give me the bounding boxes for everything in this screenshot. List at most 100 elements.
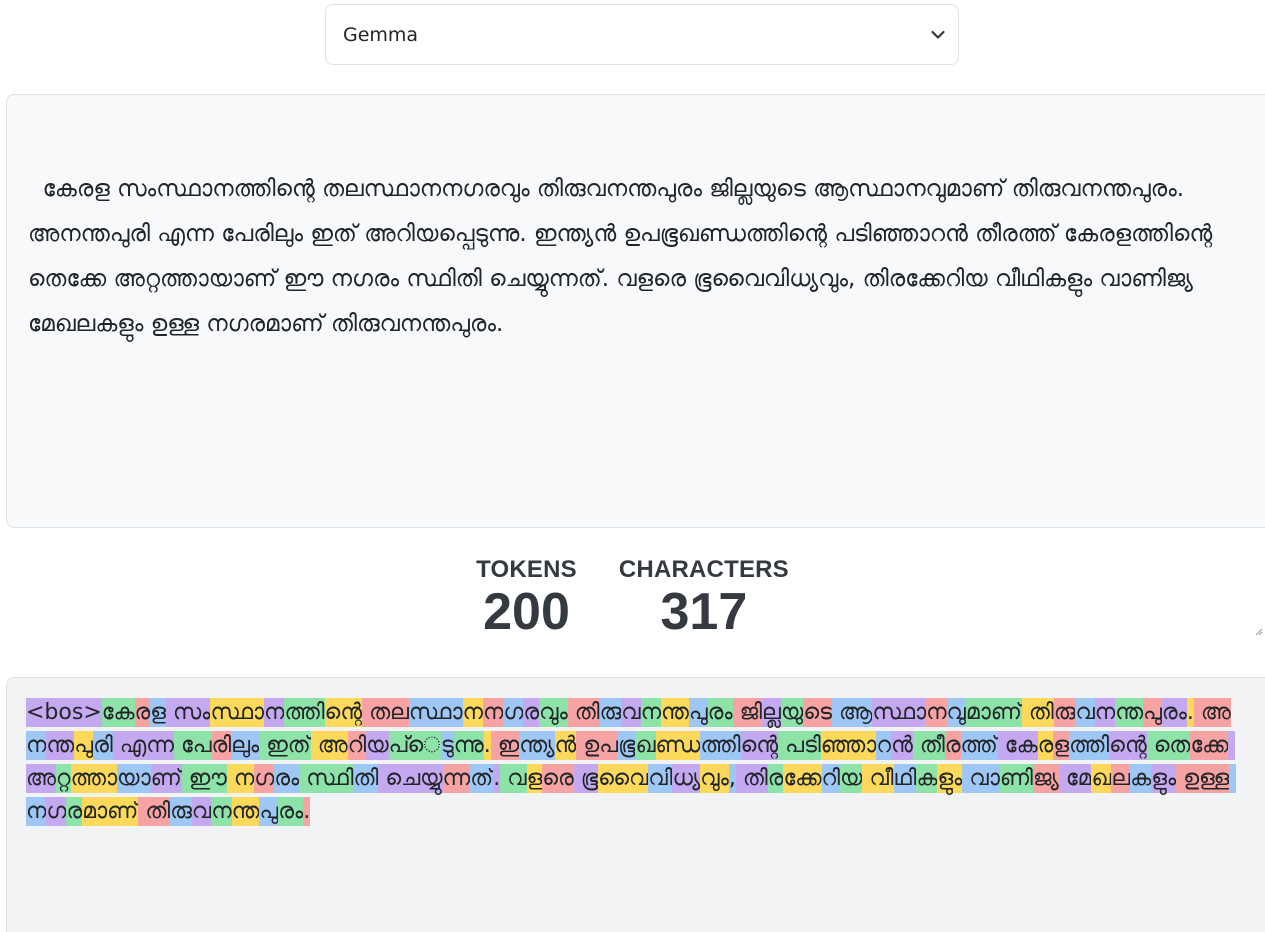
token: ത	[912, 731, 945, 760]
token: ര	[1161, 698, 1187, 727]
token: ണ്	[655, 731, 701, 760]
token: ത്തി	[284, 698, 325, 727]
token: റ്റ	[55, 764, 71, 793]
token: ക്ക	[783, 764, 822, 793]
token: ജ	[1032, 764, 1059, 793]
token: ന	[462, 698, 483, 727]
token: ന്	[660, 698, 689, 727]
token: ത്	[470, 764, 494, 793]
token: ഗ	[503, 698, 524, 727]
token: പ	[259, 797, 279, 826]
token: ഗ	[46, 797, 67, 826]
token: ര	[1037, 731, 1054, 760]
model-select[interactable]: Gemma	[325, 4, 959, 65]
token: ന്	[1115, 698, 1144, 727]
token: റ	[821, 764, 840, 793]
token: പ	[173, 731, 212, 760]
tokens-count: 200	[483, 583, 570, 641]
token: രു	[599, 698, 622, 727]
token: ര	[278, 797, 304, 826]
token: വ	[862, 764, 894, 793]
token: ല	[1111, 764, 1131, 793]
token: ന	[26, 731, 47, 760]
input-textarea[interactable]: കേരള സംസ്ഥാനത്തിന്റെ തലസ്ഥാനനഗരവും തിരുവ…	[6, 94, 1265, 636]
token: ന്	[231, 797, 260, 826]
token: യ	[366, 731, 389, 760]
input-text: കേരള സംസ്ഥാനത്തിന്റെ തലസ്ഥാനനഗരവും തിരുവ…	[28, 176, 1220, 337]
token: ഭ	[573, 764, 599, 793]
token: ള	[937, 764, 963, 793]
token: വ	[1075, 698, 1095, 727]
token: സ്	[299, 764, 354, 793]
token: ന	[926, 698, 947, 727]
token-list: <bos>കേരള സംസ്ഥാനത്തിന്റെ തലസ്ഥാനനഗരവും …	[26, 696, 1247, 828]
token: ആ	[832, 698, 873, 727]
token: തല	[362, 698, 409, 727]
token: ഥ	[893, 764, 917, 793]
token: ക	[997, 731, 1038, 760]
token: സ	[166, 698, 211, 727]
token: ന്	[46, 731, 75, 760]
token: പ	[74, 731, 94, 760]
token: ജ	[732, 698, 763, 727]
token: ,	[728, 764, 736, 793]
token: തി	[1021, 698, 1054, 727]
characters-label: CHARACTERS	[618, 556, 789, 583]
token: ഈ	[181, 764, 227, 793]
token: .	[483, 731, 491, 760]
token: പടി	[778, 731, 821, 760]
token: ള	[1151, 764, 1177, 793]
token: യ	[780, 698, 804, 727]
resize-handle-icon[interactable]	[1255, 517, 1263, 636]
token: എന്ന	[112, 731, 174, 760]
token: വ	[621, 698, 641, 727]
token: തി	[353, 764, 379, 793]
token: ക്ക	[1190, 731, 1229, 760]
token: ല്ല	[762, 698, 781, 727]
token: യ	[117, 764, 151, 793]
token: ര	[542, 764, 574, 793]
token: മ	[1058, 764, 1092, 793]
token: .	[303, 797, 311, 826]
token: ള	[150, 698, 167, 727]
token: ക	[101, 698, 135, 727]
token: പ	[1143, 698, 1162, 727]
token: ന്റെ	[740, 731, 779, 760]
token: രി	[211, 731, 232, 760]
token: ത്ത	[70, 764, 118, 793]
token: ന	[640, 698, 661, 727]
token: ന	[226, 764, 255, 793]
stats-panel: TOKENS 200 CHARACTERS 317	[0, 556, 1265, 640]
token: സ്	[872, 698, 927, 727]
token: ണ	[999, 764, 1033, 793]
token: തി	[138, 797, 171, 826]
chevron-down-icon	[918, 25, 958, 45]
token: വ	[191, 797, 212, 826]
token: ൻ	[890, 731, 913, 760]
token: സ്	[408, 698, 463, 727]
token: ന്റെ	[1109, 731, 1147, 760]
token: ര	[767, 764, 784, 793]
token: ര	[707, 698, 733, 727]
token: ന്നു	[453, 731, 484, 760]
token: ത്തി	[1069, 731, 1110, 760]
token: ത്തി	[700, 731, 741, 760]
token: ക	[1130, 764, 1152, 793]
token: ഉള്ള	[1176, 764, 1230, 793]
token: മാണ്	[965, 698, 1022, 727]
token: ടെ	[803, 698, 832, 727]
characters-count: 317	[660, 583, 748, 641]
token: ത്ത്	[960, 731, 998, 760]
token: ന്റെ	[324, 698, 363, 727]
tokens-stat: TOKENS 200	[476, 556, 577, 640]
token: ന്ന	[442, 764, 471, 793]
token: റ	[876, 731, 891, 760]
token: മാണ്	[82, 797, 139, 826]
token: പ	[388, 731, 441, 760]
token: റ	[347, 731, 367, 760]
token: ന	[211, 797, 232, 826]
token: വ	[598, 764, 649, 793]
token: ൻ	[554, 731, 577, 760]
token: ട	[440, 731, 454, 760]
token: ാണ്	[150, 764, 182, 793]
